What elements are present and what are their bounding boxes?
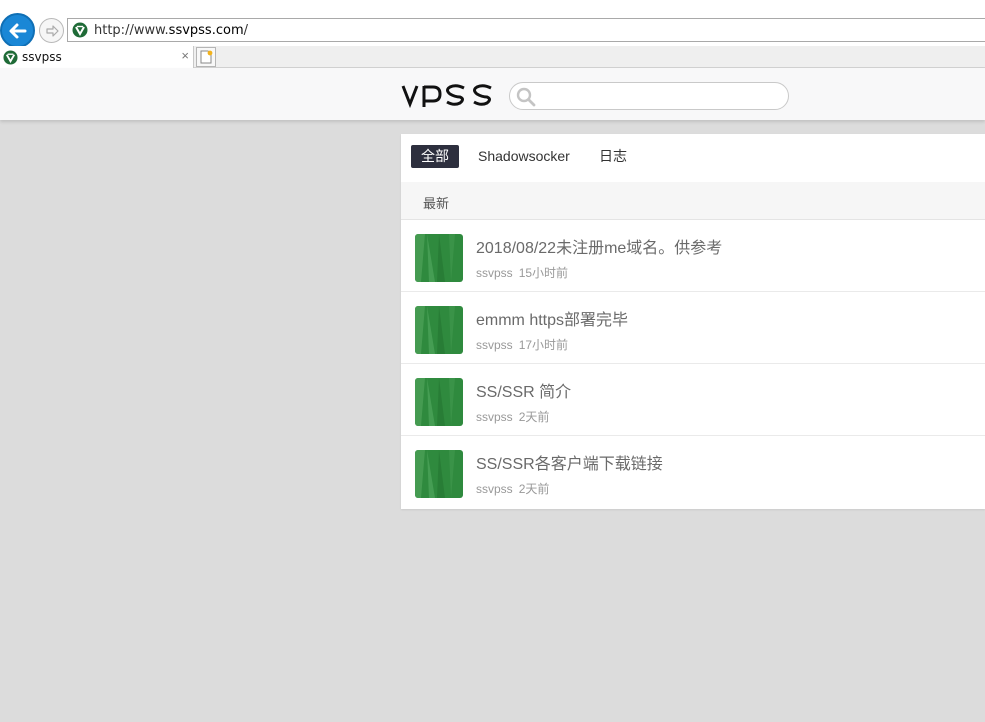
post-time: 2天前 [518,482,550,496]
new-tab-button[interactable] [196,47,216,67]
post-meta: ssvpss 2天前 [476,480,549,497]
post-title[interactable]: SS/SSR 简介 [476,378,571,402]
list-item[interactable]: emmm https部署完毕 ssvpss 17小时前 [401,292,985,364]
list-item[interactable]: 2018/08/22未注册me域名。供参考 ssvpss 15小时前 [401,220,985,292]
tab-all[interactable]: 全部 [411,145,459,168]
post-title[interactable]: emmm https部署完毕 [476,306,628,330]
post-time: 15小时前 [518,266,569,280]
url-text: http://www.ssvpss.com/ [94,22,248,38]
post-title[interactable]: SS/SSR各客户端下载链接 [476,450,663,474]
arrow-left-icon [9,23,26,38]
post-author[interactable]: ssvpss [476,266,513,280]
post-thumbnail[interactable] [415,306,463,354]
post-thumbnail[interactable] [415,234,463,282]
tab-strip: ssvpss × [0,46,985,68]
close-tab-icon[interactable]: × [181,49,189,63]
post-author[interactable]: ssvpss [476,410,513,424]
browser-address-bar: http://www.ssvpss.com/ [0,0,985,48]
post-meta: ssvpss 17小时前 [476,336,568,353]
site-logo[interactable] [400,80,496,110]
url-field[interactable]: http://www.ssvpss.com/ [67,18,985,42]
thumbnail-image-icon [415,234,463,282]
post-meta: ssvpss 2天前 [476,408,549,425]
tab-shadowsocker[interactable]: Shadowsocker [478,145,570,168]
site-favicon-icon [72,22,88,38]
thumbnail-image-icon [415,306,463,354]
post-author[interactable]: ssvpss [476,338,513,352]
category-nav: 全部 Shadowsocker 日志 [401,134,985,182]
search-icon[interactable] [516,87,536,107]
sort-bar: 最新 [401,182,985,220]
list-item[interactable]: SS/SSR各客户端下载链接 ssvpss 2天前 [401,436,985,508]
back-button[interactable] [0,13,35,48]
search-box [509,82,789,110]
post-time: 17小时前 [518,338,569,352]
tab-log[interactable]: 日志 [599,145,627,168]
new-page-icon [200,50,212,64]
site-header [0,68,985,120]
browser-tab[interactable]: ssvpss × [0,46,194,68]
forward-button[interactable] [39,18,64,43]
tab-title: ssvpss [22,50,62,64]
list-item[interactable]: SS/SSR 简介 ssvpss 2天前 [401,364,985,436]
post-title[interactable]: 2018/08/22未注册me域名。供参考 [476,234,722,258]
post-panel: 全部 Shadowsocker 日志 最新 2018/08/22未注册me域名。… [401,134,985,509]
post-time: 2天前 [518,410,550,424]
arrow-right-icon [45,24,59,37]
post-thumbnail[interactable] [415,450,463,498]
thumbnail-image-icon [415,378,463,426]
sort-latest[interactable]: 最新 [423,193,449,212]
post-thumbnail[interactable] [415,378,463,426]
search-input[interactable] [540,86,780,106]
post-author[interactable]: ssvpss [476,482,513,496]
site-favicon-icon [3,49,18,65]
thumbnail-image-icon [415,450,463,498]
post-meta: ssvpss 15小时前 [476,264,568,281]
